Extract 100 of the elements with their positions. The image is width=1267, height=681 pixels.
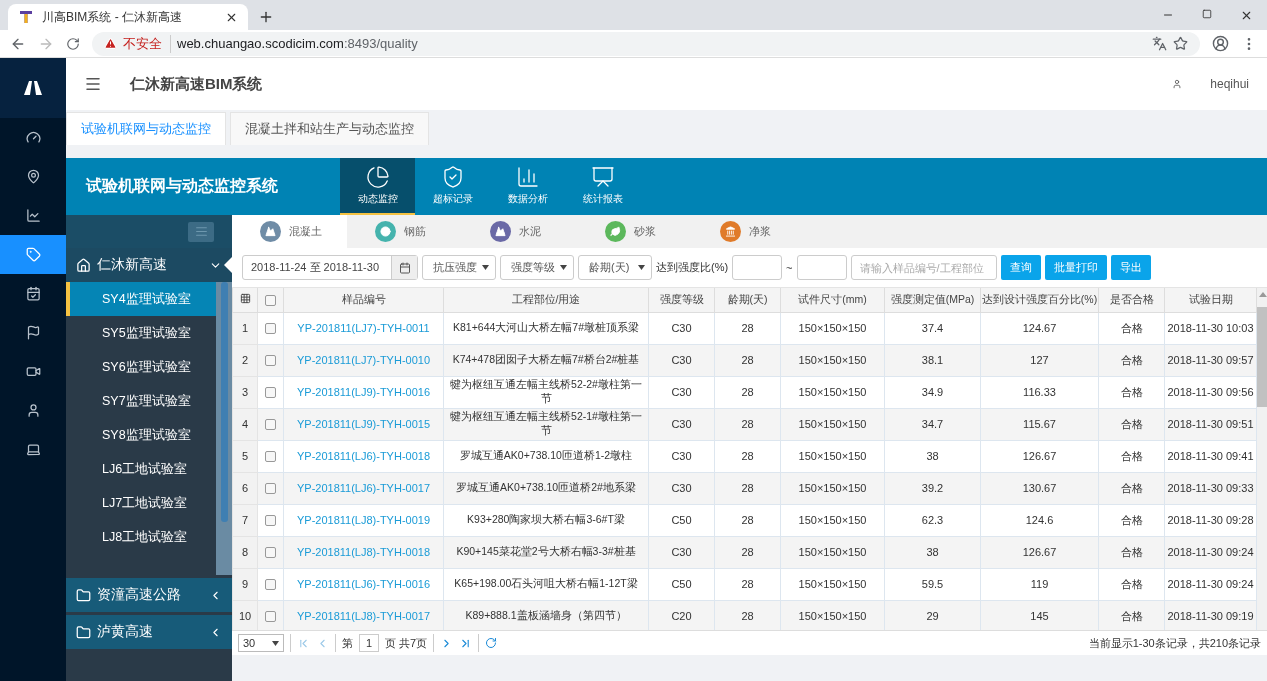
tree-group[interactable]: 泸黄高速 — [66, 615, 232, 649]
sample-link[interactable]: YP-201811(LJ6)-TYH-0018 — [283, 440, 444, 472]
ratio-max-field[interactable] — [796, 255, 847, 280]
glyph-icon — [380, 226, 391, 237]
tree-item[interactable]: SY8监理试验室 — [66, 418, 216, 452]
address-bar[interactable]: 不安全 web.chuangao.scodicim.com:8493/quality — [92, 31, 1200, 56]
tree-group[interactable]: 资潼高速公路 — [66, 578, 232, 612]
table-cell: 合格 — [1098, 408, 1165, 440]
table-cell: 28 — [714, 344, 781, 376]
table-cell: 合格 — [1098, 440, 1165, 472]
row-checkbox[interactable] — [265, 355, 276, 367]
nav-item[interactable]: 数据分析 — [490, 158, 565, 215]
filter-select[interactable]: 龄期(天) — [578, 255, 652, 280]
sample-link[interactable]: YP-201811(LJ6)-TYH-0016 — [283, 568, 444, 600]
page-field[interactable]: 1 — [359, 634, 379, 652]
sample-link[interactable]: YP-201811(LJ7)-TYH-0011 — [283, 312, 444, 344]
grid-icon[interactable] — [239, 293, 251, 305]
row-number: 3 — [232, 376, 258, 408]
star-icon[interactable] — [1173, 36, 1188, 51]
page-size-select[interactable]: 30 — [238, 634, 284, 652]
material-tab[interactable]: 水泥 — [462, 215, 577, 248]
new-tab-icon[interactable] — [258, 9, 274, 25]
row-checkbox[interactable] — [265, 387, 276, 399]
road-logo-icon — [24, 81, 42, 95]
nav-item[interactable]: 超标记录 — [415, 158, 490, 215]
sample-link[interactable]: YP-201811(LJ8)-TYH-0019 — [283, 504, 444, 536]
material-tab[interactable]: 净浆 — [692, 215, 807, 248]
maximize-icon[interactable] — [1202, 8, 1212, 19]
table-cell: 合格 — [1098, 344, 1165, 376]
table-cell: C50 — [648, 504, 715, 536]
translate-icon[interactable] — [1152, 36, 1167, 51]
table-cell: C30 — [648, 536, 715, 568]
table-cell: 28 — [714, 408, 781, 440]
table-cell: 2018-11-30 09:28 — [1164, 504, 1257, 536]
table-cell: 合格 — [1098, 568, 1165, 600]
column-header: 强度等级 — [648, 288, 715, 312]
range-separator: ~ — [786, 261, 793, 274]
row-checkbox[interactable] — [265, 419, 276, 431]
filter-select[interactable]: 强度等级 — [500, 255, 574, 280]
tree-item[interactable]: LJ8工地试验室 — [66, 520, 216, 554]
table-cell: 37.4 — [884, 312, 981, 344]
scroll-up-icon[interactable] — [1259, 292, 1267, 297]
sample-link[interactable]: YP-201811(LJ9)-TYH-0016 — [283, 376, 444, 408]
material-tab[interactable]: 砂浆 — [577, 215, 692, 248]
column-header: 龄期(天) — [714, 288, 781, 312]
row-checkbox[interactable] — [265, 323, 276, 335]
table-cell: 124.6 — [980, 504, 1099, 536]
list-toggle-button[interactable] — [188, 221, 214, 242]
page-tab[interactable]: 混凝土拌和站生产与动态监控 — [230, 112, 429, 145]
table-cell: 150×150×150 — [780, 472, 885, 504]
search-field[interactable]: 请输入样品编号/工程部位 — [850, 255, 997, 280]
row-number: 9 — [232, 568, 258, 600]
tree-item[interactable]: SY7监理试验室 — [66, 384, 216, 418]
scrollbar[interactable] — [216, 282, 232, 575]
material-tab[interactable]: 混凝土 — [232, 215, 347, 248]
tree-item[interactable]: SY6监理试验室 — [66, 350, 216, 384]
page-tab[interactable]: 试验机联网与动态监控 — [66, 112, 226, 145]
reload-icon[interactable] — [66, 36, 80, 51]
table-cell: 126.67 — [980, 536, 1099, 568]
select-all-checkbox[interactable] — [265, 295, 276, 307]
table-cell: 115.67 — [980, 408, 1099, 440]
app-logo-icon — [18, 9, 34, 25]
glyph-icon — [725, 226, 736, 237]
folder-icon — [76, 624, 91, 640]
scrollbar[interactable] — [1257, 288, 1267, 630]
table-cell: 34.9 — [884, 376, 981, 408]
ratio-min-field[interactable] — [732, 255, 783, 280]
date-range-field[interactable]: 2018-11-24 至 2018-11-30 — [242, 255, 418, 280]
table-cell: 150×150×150 — [780, 344, 885, 376]
menu-icon[interactable] — [84, 75, 102, 93]
caret-icon — [482, 265, 489, 270]
refresh-icon[interactable] — [485, 637, 498, 649]
row-checkbox[interactable] — [265, 611, 276, 623]
page-label: 第 — [342, 635, 353, 651]
browser-tab[interactable]: 川高BIM系统 - 仁沐新高速 — [8, 4, 248, 30]
tree-item[interactable]: SY4监理试验室 — [66, 282, 216, 316]
filter-select[interactable]: 抗压强度 — [422, 255, 496, 280]
row-number: 6 — [232, 472, 258, 504]
row-number: 10 — [232, 600, 258, 630]
row-checkbox[interactable] — [265, 547, 276, 559]
table-cell: 38.1 — [884, 344, 981, 376]
row-checkbox[interactable] — [265, 515, 276, 527]
nav-item[interactable]: 动态监控 — [340, 158, 415, 215]
row-checkbox[interactable] — [265, 451, 276, 463]
tree-group[interactable]: 仁沐新高速 — [66, 248, 232, 282]
row-checkbox[interactable] — [265, 483, 276, 495]
user-name[interactable]: heqihui — [1210, 77, 1249, 91]
table-cell: 2018-11-30 09:51 — [1164, 408, 1257, 440]
tree-item[interactable]: LJ6工地试验室 — [66, 452, 216, 486]
material-tab[interactable]: 钢筋 — [347, 215, 462, 248]
table-cell: 119 — [980, 568, 1099, 600]
tree-item[interactable]: LJ7工地试验室 — [66, 486, 216, 520]
nav-item[interactable]: 统计报表 — [565, 158, 640, 215]
column-header: 强度测定值(MPa) — [884, 288, 981, 312]
table-cell: K65+198.00石头河咀大桥右幅1-12T梁 — [443, 568, 649, 600]
tree-item[interactable]: SY5监理试验室 — [66, 316, 216, 350]
table-cell: 合格 — [1098, 504, 1165, 536]
table-cell: 2018-11-30 10:03 — [1164, 312, 1257, 344]
row-checkbox[interactable] — [265, 579, 276, 591]
account-icon[interactable] — [1212, 35, 1229, 52]
